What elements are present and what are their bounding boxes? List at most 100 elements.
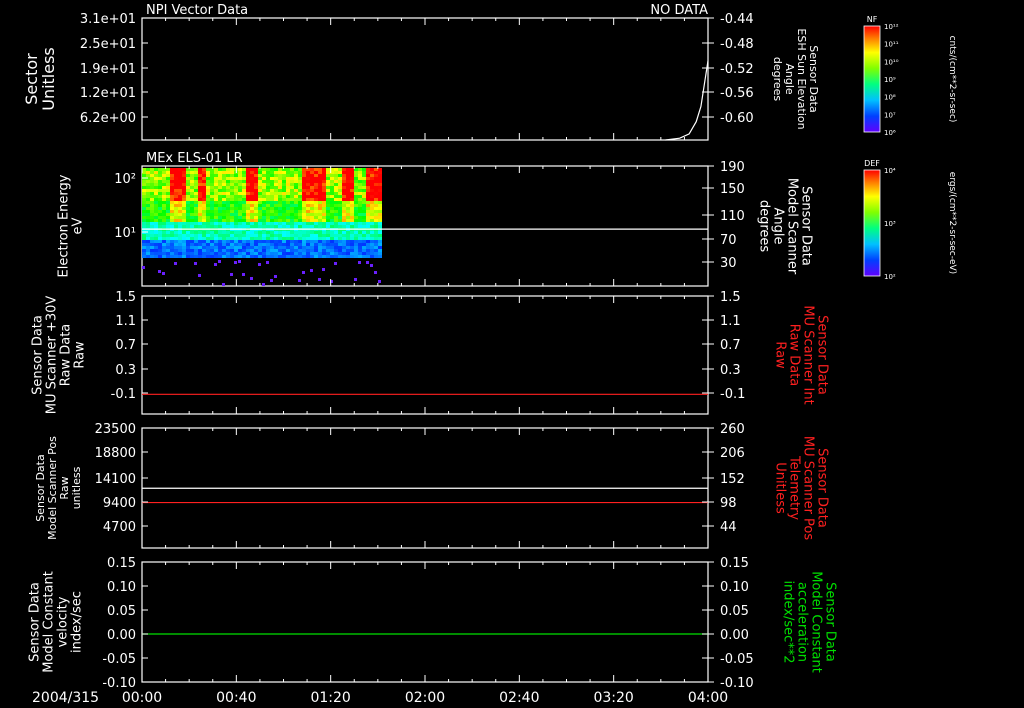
spectrogram-cell: [314, 171, 318, 174]
spectrogram-cell: [322, 231, 326, 234]
spectrogram-cell: [198, 180, 202, 183]
spectrogram-cell: [302, 237, 306, 240]
colorbar-nf: NF10¹²10¹¹10¹⁰10⁹10⁸10⁷10⁶cnts/(cm**2-sr…: [863, 15, 957, 137]
spectrogram-cell: [154, 252, 158, 255]
spectrogram-cell: [326, 255, 330, 258]
spectrogram-cell: [142, 207, 146, 210]
spectrogram-cell: [250, 216, 254, 219]
spectrogram-cell: [194, 237, 198, 240]
spectrogram-cell: [326, 171, 330, 174]
colorbar-unit: ergs/(cm**2-sr-sec-eV): [947, 172, 957, 274]
spectrogram-cell: [194, 216, 198, 219]
spectrogram-cell: [310, 183, 314, 186]
spectrogram-cell: [190, 213, 194, 216]
spectrogram-cell: [174, 213, 178, 216]
spectrogram-cell: [358, 186, 362, 189]
spectrogram-cell: [302, 195, 306, 198]
spectrogram-cell: [150, 204, 154, 207]
spectrogram-cell: [258, 207, 262, 210]
spectrogram-cell: [210, 189, 214, 192]
spectrogram-cell: [370, 243, 374, 246]
left-tick-label: 18800: [95, 446, 136, 461]
spectrogram-cell: [290, 246, 294, 249]
spectrogram-cell: [290, 180, 294, 183]
spectrogram-cell: [262, 213, 266, 216]
spectrogram-cell: [146, 180, 150, 183]
spectrogram-cell: [310, 192, 314, 195]
spectrogram-cell: [378, 180, 382, 183]
spectrogram-cell: [182, 210, 186, 213]
spectrogram-cell: [318, 246, 322, 249]
spectrogram-cell: [310, 231, 314, 234]
spectrogram-cell: [234, 198, 238, 201]
spectrogram-cell: [210, 225, 214, 228]
spectrogram-cell: [322, 180, 326, 183]
spectrogram-cell: [242, 243, 246, 246]
spectrogram-cell: [354, 174, 358, 177]
spectrogram-cell: [154, 189, 158, 192]
spectrogram-cell: [350, 204, 354, 207]
spectrogram-cell: [186, 252, 190, 255]
spectrogram-cell: [378, 225, 382, 228]
spectrogram-cell: [250, 225, 254, 228]
colorbar-tick-label: 10¹²: [884, 23, 899, 31]
spectrogram-cell: [238, 201, 242, 204]
spectrogram-cell: [326, 216, 330, 219]
spectrogram-cell: [206, 255, 210, 258]
spectrogram-cell: [282, 174, 286, 177]
spectrogram-cell: [318, 255, 322, 258]
spectrogram-cell: [362, 168, 366, 171]
spectrogram-cell: [230, 198, 234, 201]
spectrogram-cell: [174, 177, 178, 180]
spectrogram-cell: [250, 243, 254, 246]
spectrogram-cell: [238, 252, 242, 255]
spectrogram-cell: [206, 225, 210, 228]
spectrogram-cell: [362, 177, 366, 180]
spectrogram-cell: [202, 180, 206, 183]
spectrogram-cell: [298, 171, 302, 174]
spectrogram-cell: [150, 213, 154, 216]
spectrogram-cell: [186, 240, 190, 243]
spectrogram-cell: [150, 219, 154, 222]
spectrogram-cell: [362, 255, 366, 258]
spectrogram-cell: [238, 198, 242, 201]
spectrogram-cell: [150, 174, 154, 177]
axis-label-line: Sensor Data: [822, 582, 837, 662]
panel-frame: [141, 561, 709, 683]
spectrogram-cell: [294, 216, 298, 219]
spectrogram-cell: [298, 225, 302, 228]
spectrogram-cell: [378, 177, 382, 180]
spectrogram-cell: [342, 183, 346, 186]
spectrogram-cell: [238, 207, 242, 210]
spectrogram-cell: [246, 219, 250, 222]
spectrogram-cell: [278, 246, 282, 249]
spectrogram-cell: [214, 192, 218, 195]
spectrogram-cell: [222, 168, 226, 171]
spectrogram-cell: [158, 249, 162, 252]
spectrogram-cell: [366, 171, 370, 174]
spectrogram-cell: [290, 192, 294, 195]
spectrogram-cell: [142, 213, 146, 216]
spectrogram-cell: [286, 234, 290, 237]
spectrogram-cell: [206, 192, 210, 195]
spectrogram-cell: [318, 201, 322, 204]
spectrogram-cell: [350, 216, 354, 219]
spectrogram-cell: [230, 195, 234, 198]
spectrogram-cell: [158, 168, 162, 171]
spectrogram-cell: [222, 195, 226, 198]
axis-label-line: acceleration: [794, 582, 809, 662]
spectrogram-cell: [282, 237, 286, 240]
spectrogram-cell: [294, 219, 298, 222]
spectrogram-cell: [198, 174, 202, 177]
spectrogram-cell: [146, 213, 150, 216]
spectrogram-cell: [270, 171, 274, 174]
spectrogram-cell: [286, 174, 290, 177]
spectrogram-cell: [202, 204, 206, 207]
spectrogram-cell: [210, 192, 214, 195]
spectrogram-cell: [242, 210, 246, 213]
spectrogram-cell: [210, 183, 214, 186]
spectrogram-cell: [278, 183, 282, 186]
axis-label-line: Raw: [73, 341, 88, 369]
spectrogram-cell: [198, 198, 202, 201]
spectrogram-cell: [242, 186, 246, 189]
